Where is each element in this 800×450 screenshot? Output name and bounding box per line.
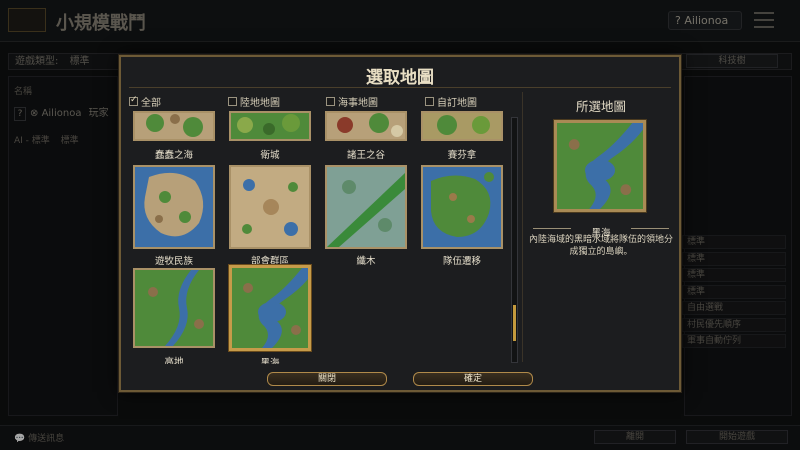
map-thumbnail (325, 111, 407, 141)
map-list-scrollbar[interactable] (511, 117, 518, 363)
map-filters: 全部 陸地地圖 海事地圖 自訂地圖 (127, 94, 517, 109)
map-name: 蠢蠢之海 (154, 150, 193, 161)
map-thumbnail (133, 165, 215, 249)
filter-label: 自訂地圖 (437, 98, 477, 109)
checkbox-icon (228, 97, 237, 106)
map-thumbnail (133, 111, 215, 141)
confirm-button[interactable]: 確定 (413, 372, 533, 386)
name-divider-left (533, 228, 571, 229)
map-thumbnail (229, 165, 311, 249)
map-name: 衛城 (260, 150, 280, 161)
map-thumbnail (229, 111, 311, 141)
selected-map-name-row: 黑海 (525, 221, 677, 239)
description-line: 內陸海域的黑暗水域將隊伍的領地分 (528, 235, 673, 245)
filter-label: 海事地圖 (338, 98, 378, 109)
map-name: 遊牧民族 (154, 256, 193, 267)
selected-map-title: 所選地圖 (575, 99, 626, 114)
checkbox-icon (326, 97, 335, 106)
scrollbar-thumb[interactable] (513, 305, 516, 341)
map-name: 隊伍遷移 (442, 256, 481, 267)
filter-all[interactable]: 全部 (129, 94, 161, 109)
map-thumbnail (421, 111, 503, 141)
map-thumbnail (133, 268, 215, 348)
map-name: 黑海 (260, 358, 280, 364)
map-list: 蠢蠢之海 衛城 諸王之谷 賽芬拿 遊牧民族 部會群區 纖木 隊伍遷移 高地 黑海 (125, 111, 521, 364)
map-name: 纖木 (356, 256, 376, 267)
name-divider-right (631, 228, 669, 229)
map-thumbnail (229, 265, 311, 351)
map-name: 諸王之谷 (346, 150, 385, 161)
filter-label: 陸地地圖 (240, 98, 280, 109)
dialog-title: 選取地圖 (366, 68, 434, 88)
close-button[interactable]: 關閉 (267, 372, 387, 386)
selected-map-panel: 所選地圖 黑海 內陸海域的黑暗水域將隊伍的領地分 成獨立的島嶼。 (525, 92, 677, 364)
description-line: 成獨立的島嶼。 (569, 247, 633, 257)
map-thumbnail (325, 165, 407, 249)
selected-map-description: 內陸海域的黑暗水域將隊伍的領地分 成獨立的島嶼。 (525, 234, 677, 258)
select-map-dialog: 選取地圖 全部 陸地地圖 海事地圖 自訂地圖 蠢蠢之海 (119, 55, 681, 392)
filter-custom-maps[interactable]: 自訂地圖 (425, 94, 477, 109)
map-name: 高地 (164, 357, 184, 364)
map-thumbnail (421, 165, 503, 249)
checkbox-icon (425, 97, 434, 106)
filter-label: 全部 (141, 98, 161, 109)
filter-land-maps[interactable]: 陸地地圖 (228, 94, 280, 109)
map-name: 賽芬拿 (447, 150, 477, 161)
checkbox-checked-icon (129, 95, 138, 106)
title-divider (129, 87, 671, 88)
filter-naval-maps[interactable]: 海事地圖 (326, 94, 378, 109)
panel-divider (522, 92, 523, 362)
selected-map-preview (554, 120, 646, 212)
